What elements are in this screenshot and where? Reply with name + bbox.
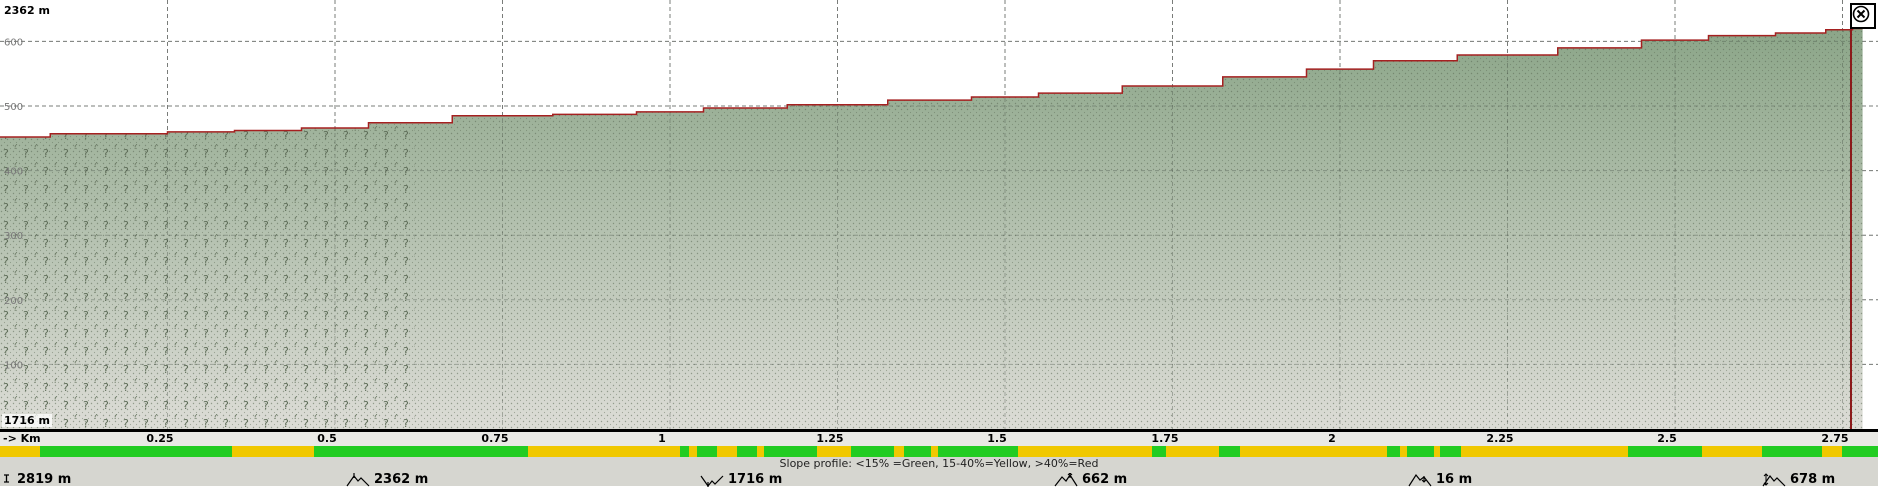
slope-segment-yellow <box>1239 446 1387 457</box>
slope-segment-yellow <box>1822 446 1843 457</box>
y-tick-label: 200 <box>4 296 23 307</box>
y-tick-label: 600 <box>4 37 23 48</box>
x-tick-label: 1.5 <box>987 432 1007 445</box>
slope-segment-yellow <box>0 446 41 457</box>
x-tick-label: 0.75 <box>481 432 509 445</box>
distance-icon <box>4 473 9 483</box>
stat-total-distance: 2819 m <box>3 472 71 487</box>
slope-segment-yellow <box>688 446 697 457</box>
y-tick-label: 100 <box>4 360 23 371</box>
elevation-difference-value: 678 m <box>1790 472 1836 487</box>
y-tick-label: 400 <box>4 167 23 178</box>
stat-min-elevation: 1716 m <box>700 472 782 487</box>
valley-icon <box>700 475 724 487</box>
descent-icon <box>1408 473 1432 486</box>
distance-axis: -> Km 0.25 0.5 0.75 1 1.25 1.5 1.75 2 2.… <box>0 432 1878 446</box>
elevation-difference-icon <box>1762 472 1786 486</box>
elevation-chart-svg: ? ? 600500400300200100 <box>0 0 1878 429</box>
y-tick-label: 500 <box>4 102 23 113</box>
y-tick-label: 300 <box>4 231 23 242</box>
summit-icon <box>346 472 370 486</box>
elevation-profile-plot: ? ? 600500400300200100 2362 m 1716 m <box>0 0 1878 432</box>
x-tick-label: 0.25 <box>146 432 174 445</box>
min-elevation-value: 1716 m <box>728 472 783 487</box>
slope-segment-yellow <box>757 446 764 457</box>
x-tick-label: 1.25 <box>816 432 844 445</box>
slope-segment-yellow <box>527 446 681 457</box>
close-icon <box>1852 5 1870 23</box>
max-elevation-value: 2362 m <box>374 472 429 487</box>
slope-segment-yellow <box>1165 446 1220 457</box>
stat-ascent: 662 m <box>1054 472 1127 487</box>
distance-unit-label: -> Km <box>3 432 41 445</box>
x-tick-label: 1 <box>658 432 666 445</box>
x-tick-label: 2.5 <box>1657 432 1677 445</box>
total-distance-value: 2819 m <box>17 472 72 487</box>
slope-segment-yellow <box>931 446 938 457</box>
max-elevation-label: 2362 m <box>2 4 52 17</box>
slope-segment-yellow <box>894 446 905 457</box>
slope-segment-yellow <box>817 446 851 457</box>
descent-value: 16 m <box>1436 472 1473 487</box>
stat-elevation-difference: 678 m <box>1762 472 1835 487</box>
x-tick-label: 2.75 <box>1821 432 1849 445</box>
ascent-value: 662 m <box>1082 472 1128 487</box>
stat-descent: 16 m <box>1408 472 1472 487</box>
slope-segment-yellow <box>716 446 737 457</box>
slope-segment-yellow <box>1433 446 1441 457</box>
slope-segment-yellow <box>1460 446 1629 457</box>
slope-segment-yellow <box>1400 446 1407 457</box>
slope-segment-yellow <box>1701 446 1763 457</box>
x-tick-label: 2 <box>1328 432 1336 445</box>
slope-profile-bar <box>0 446 1878 457</box>
ascent-icon <box>1054 472 1078 486</box>
min-elevation-label: 1716 m <box>2 414 52 427</box>
x-tick-label: 2.25 <box>1486 432 1514 445</box>
slope-segment-yellow <box>1018 446 1153 457</box>
slope-segment-yellow <box>232 446 314 457</box>
close-button[interactable] <box>1850 3 1876 29</box>
stat-max-elevation: 2362 m <box>346 472 428 487</box>
x-tick-label: 1.75 <box>1151 432 1179 445</box>
x-tick-label: 0.5 <box>317 432 337 445</box>
stats-footer: Slope profile: <15% =Green, 15-40%=Yello… <box>0 457 1878 487</box>
slope-legend: Slope profile: <15% =Green, 15-40%=Yello… <box>779 457 1099 470</box>
